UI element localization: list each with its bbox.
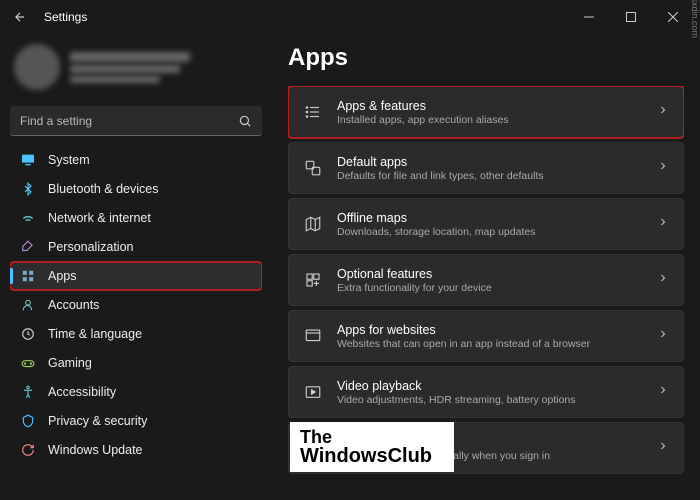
card-subtitle: Video adjustments, HDR streaming, batter… — [337, 394, 643, 406]
settings-cards: Apps & features Installed apps, app exec… — [288, 86, 684, 474]
sidebar-item-label: Apps — [48, 269, 77, 283]
chevron-right-icon — [657, 103, 669, 121]
card-title: Default apps — [337, 155, 643, 169]
update-icon — [20, 442, 36, 458]
search-icon — [238, 114, 252, 128]
card-subtitle: Extra functionality for your device — [337, 282, 643, 294]
chevron-right-icon — [657, 159, 669, 177]
video-icon — [303, 382, 323, 402]
card-text: Video playback Video adjustments, HDR st… — [337, 379, 643, 406]
sidebar-item-personalization[interactable]: Personalization — [10, 233, 262, 261]
chevron-right-icon — [657, 215, 669, 233]
sidebar-item-windows-update[interactable]: Windows Update — [10, 436, 262, 464]
sidebar-item-label: Bluetooth & devices — [48, 182, 159, 196]
back-button[interactable] — [6, 3, 34, 31]
close-button[interactable] — [652, 3, 694, 31]
avatar — [14, 44, 60, 90]
card-title: Apps & features — [337, 99, 643, 113]
search-input[interactable] — [20, 114, 238, 128]
bluetooth-icon — [20, 181, 36, 197]
user-info — [70, 52, 190, 83]
list-icon — [303, 102, 323, 122]
chevron-right-icon — [657, 383, 669, 401]
card-offline-maps[interactable]: Offline maps Downloads, storage location… — [288, 198, 684, 250]
card-default-apps[interactable]: Default apps Defaults for file and link … — [288, 142, 684, 194]
default-apps-icon — [303, 158, 323, 178]
personalization-icon — [20, 239, 36, 255]
chevron-right-icon — [657, 271, 669, 289]
sidebar-item-label: Personalization — [48, 240, 133, 254]
optional-icon — [303, 270, 323, 290]
card-title: Offline maps — [337, 211, 643, 225]
sidebar-item-privacy[interactable]: Privacy & security — [10, 407, 262, 435]
user-name-redacted — [70, 52, 190, 62]
privacy-icon — [20, 413, 36, 429]
sidebar: System Bluetooth & devices Network & int… — [0, 34, 272, 500]
card-text: Offline maps Downloads, storage location… — [337, 211, 643, 238]
sidebar-item-gaming[interactable]: Gaming — [10, 349, 262, 377]
network-icon — [20, 210, 36, 226]
sidebar-item-accounts[interactable]: Accounts — [10, 291, 262, 319]
watermark-overlay: The WindowsClub — [290, 422, 454, 472]
user-email-redacted — [70, 65, 180, 73]
sidebar-item-label: Accessibility — [48, 385, 116, 399]
card-title: Optional features — [337, 267, 643, 281]
card-subtitle: Installed apps, app execution aliases — [337, 114, 643, 126]
chevron-right-icon — [657, 439, 669, 457]
accounts-icon — [20, 297, 36, 313]
card-subtitle: Defaults for file and link types, other … — [337, 170, 643, 182]
titlebar: Settings — [0, 0, 700, 34]
card-text: Default apps Defaults for file and link … — [337, 155, 643, 182]
user-extra-redacted — [70, 76, 160, 83]
sidebar-item-time-language[interactable]: Time & language — [10, 320, 262, 348]
sidebar-item-system[interactable]: System — [10, 146, 262, 174]
apps-icon — [20, 268, 36, 284]
page-title: Apps — [288, 44, 684, 72]
sidebar-item-bluetooth[interactable]: Bluetooth & devices — [10, 175, 262, 203]
app-title: Settings — [44, 10, 87, 24]
maximize-button[interactable] — [610, 3, 652, 31]
minimize-button[interactable] — [568, 3, 610, 31]
site-tag: wsxdin.com — [690, 0, 700, 38]
card-title: Video playback — [337, 379, 643, 393]
card-text: Optional features Extra functionality fo… — [337, 267, 643, 294]
card-subtitle: Websites that can open in an app instead… — [337, 338, 643, 350]
card-apps-for-websites[interactable]: Apps for websites Websites that can open… — [288, 310, 684, 362]
sidebar-item-label: Time & language — [48, 327, 142, 341]
sidebar-item-accessibility[interactable]: Accessibility — [10, 378, 262, 406]
sidebar-item-label: Gaming — [48, 356, 92, 370]
search-box[interactable] — [10, 106, 262, 136]
nav-list: System Bluetooth & devices Network & int… — [10, 146, 262, 464]
card-optional-features[interactable]: Optional features Extra functionality fo… — [288, 254, 684, 306]
sidebar-item-label: Windows Update — [48, 443, 143, 457]
system-icon — [20, 152, 36, 168]
sidebar-item-label: Network & internet — [48, 211, 151, 225]
watermark-line1: The — [300, 428, 432, 446]
sidebar-item-label: System — [48, 153, 90, 167]
websites-icon — [303, 326, 323, 346]
card-title: Apps for websites — [337, 323, 643, 337]
card-subtitle: Downloads, storage location, map updates — [337, 226, 643, 238]
sidebar-item-label: Privacy & security — [48, 414, 147, 428]
time-language-icon — [20, 326, 36, 342]
chevron-right-icon — [657, 327, 669, 345]
card-apps-features[interactable]: Apps & features Installed apps, app exec… — [288, 86, 684, 138]
map-icon — [303, 214, 323, 234]
sidebar-item-apps[interactable]: Apps — [10, 262, 262, 290]
card-video-playback[interactable]: Video playback Video adjustments, HDR st… — [288, 366, 684, 418]
sidebar-item-label: Accounts — [48, 298, 99, 312]
accessibility-icon — [20, 384, 36, 400]
card-text: Apps for websites Websites that can open… — [337, 323, 643, 350]
card-text: Apps & features Installed apps, app exec… — [337, 99, 643, 126]
watermark-line2: WindowsClub — [300, 446, 432, 466]
user-profile[interactable] — [10, 40, 262, 100]
gaming-icon — [20, 355, 36, 371]
sidebar-item-network[interactable]: Network & internet — [10, 204, 262, 232]
window-controls — [568, 3, 694, 31]
